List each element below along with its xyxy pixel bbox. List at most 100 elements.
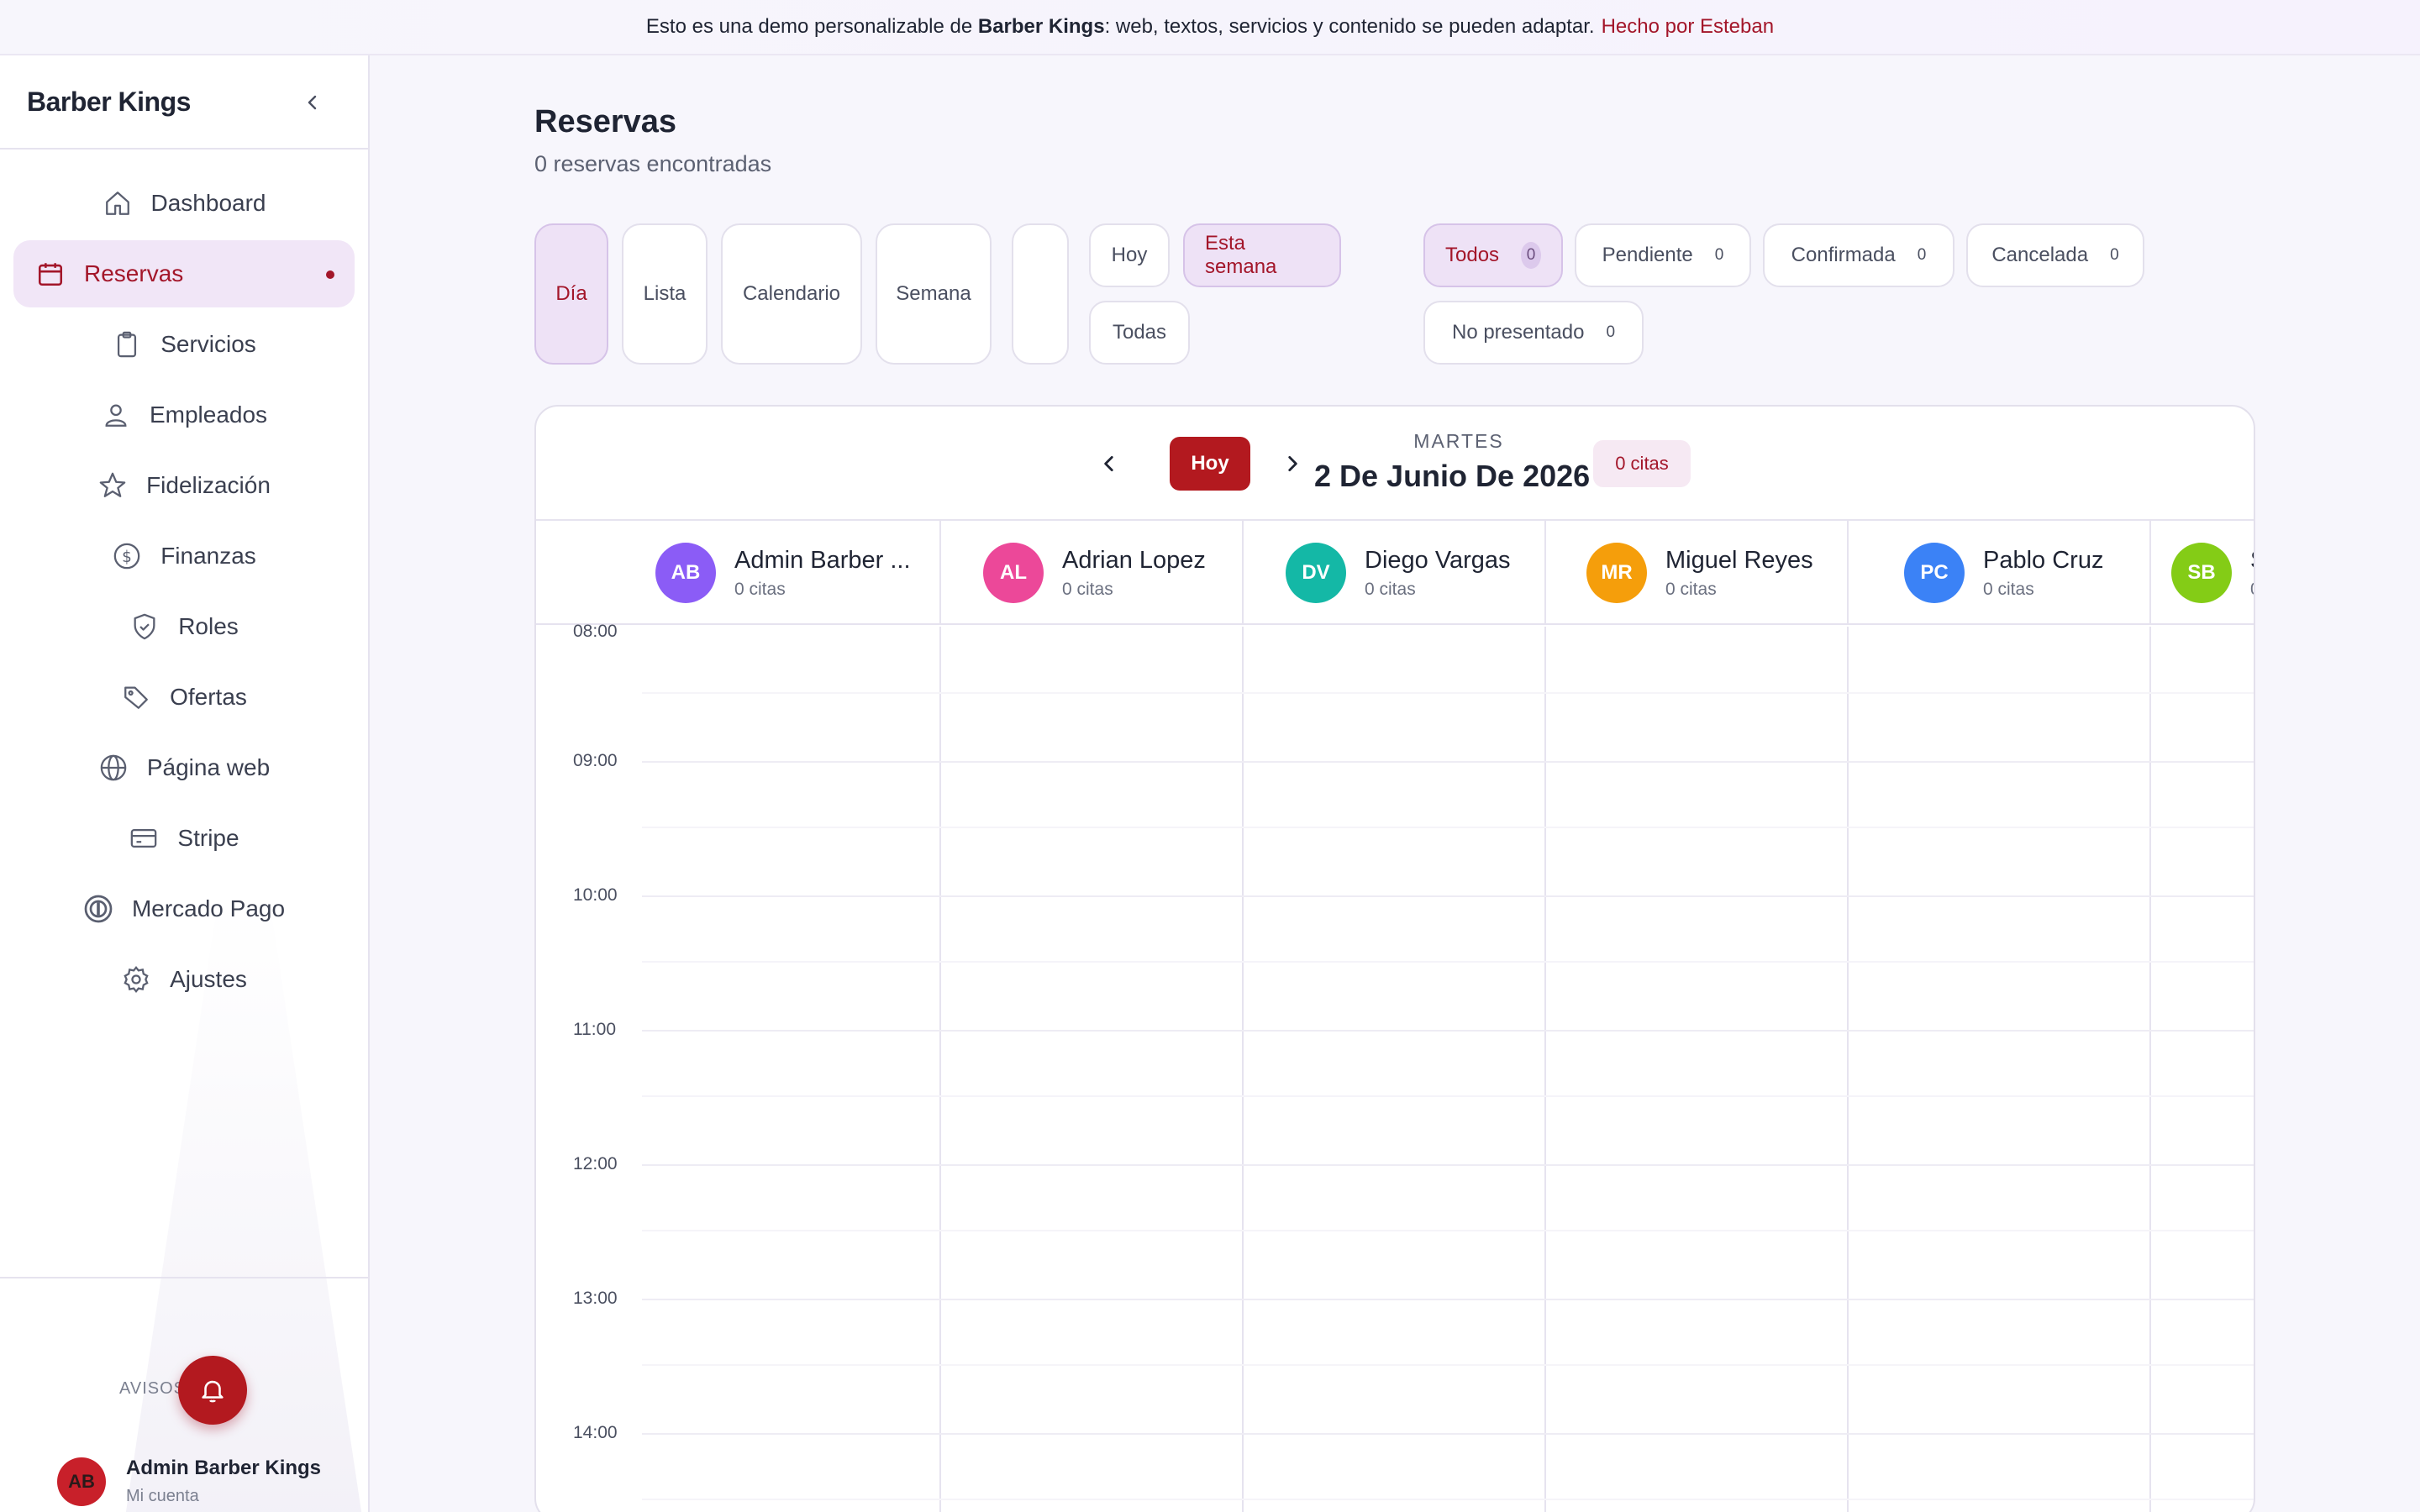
half-hour-line — [642, 1230, 2254, 1231]
bell-icon — [202, 1380, 224, 1403]
banner-brand: Barber Kings — [977, 15, 1105, 38]
sidebar-item-label: Fidelización — [146, 472, 271, 498]
half-hour-line — [642, 961, 2254, 963]
employee-name: Admin Barber ... — [734, 546, 911, 574]
shield-icon — [129, 612, 160, 642]
range-todas-button[interactable]: Todas — [1089, 301, 1190, 365]
time-grid[interactable]: 08:00 09:00 10:00 11:00 12:00 13:00 14:0… — [536, 622, 2254, 1512]
account-menu[interactable]: AB Admin Barber Kings Mi cuenta — [57, 1457, 321, 1506]
filter-pendiente[interactable]: Pendiente 0 — [1575, 223, 1751, 287]
time-label: 13:00 — [573, 1289, 618, 1308]
sidebar-item-label: Mercado Pago — [131, 895, 286, 921]
filter-count: 0 — [1606, 323, 1616, 341]
time-label: 12:00 — [573, 1154, 618, 1173]
column-divider — [1544, 627, 1546, 1512]
sidebar-item-servicios[interactable]: Servicios — [13, 311, 355, 378]
column-divider — [1242, 627, 1244, 1512]
sidebar-item-pagina-web[interactable]: Página web — [13, 734, 355, 801]
employee-name: Pablo Cruz — [1983, 546, 2104, 574]
half-hour-line — [642, 692, 2254, 694]
notifications-button[interactable] — [178, 1356, 247, 1425]
sidebar-item-roles[interactable]: Roles — [13, 593, 355, 660]
range-hoy-button[interactable]: Hoy — [1089, 223, 1170, 287]
next-day-button[interactable] — [1276, 447, 1309, 480]
banner-credit-link[interactable]: Hecho por Esteban — [1602, 15, 1774, 39]
sidebar-item-label: Roles — [178, 613, 239, 639]
filter-label: Todos — [1445, 244, 1500, 266]
hour-line — [642, 895, 2254, 897]
tab-empty[interactable] — [1012, 223, 1069, 365]
sidebar-item-reservas[interactable]: Reservas — [13, 240, 355, 307]
avisos-label: AVISOS — [119, 1379, 186, 1398]
time-label: 11:00 — [573, 1020, 616, 1039]
column-divider — [939, 627, 941, 1512]
filter-label: Cancelada — [1991, 244, 2089, 266]
sidebar-item-stripe[interactable]: Stripe — [13, 805, 355, 872]
collapse-sidebar-button[interactable] — [297, 87, 328, 118]
avatar: AL — [983, 543, 1044, 603]
employee-appointments: 0 citas — [1665, 579, 1717, 599]
tab-dia[interactable]: Día — [534, 223, 608, 365]
employee-name: Diego Vargas — [1365, 546, 1511, 574]
employee-appointments: 0 citas — [1365, 579, 1416, 599]
sidebar-item-ajustes[interactable]: Ajustes — [13, 946, 355, 1013]
employee-column-header[interactable]: AL Adrian Lopez 0 citas — [939, 521, 1242, 625]
filter-cancelada[interactable]: Cancelada 0 — [1966, 223, 2144, 287]
filter-todos[interactable]: Todos 0 — [1423, 223, 1563, 287]
employee-appointments: 0 citas — [1983, 579, 2034, 599]
sidebar-item-mercado-pago[interactable]: Mercado Pago — [13, 875, 355, 942]
column-divider — [1847, 627, 1849, 1512]
sidebar-item-label: Finanzas — [160, 543, 256, 569]
tab-calendario[interactable]: Calendario — [721, 223, 862, 365]
filter-confirmada[interactable]: Confirmada 0 — [1763, 223, 1954, 287]
employee-column-header[interactable]: PC Pablo Cruz 0 citas — [1847, 521, 2149, 625]
banner-prefix: Esto es una demo personalizable de — [645, 15, 973, 38]
employee-column-header[interactable]: DV Diego Vargas 0 citas — [1242, 521, 1544, 625]
filter-count: 0 — [1714, 246, 1724, 264]
sidebar-item-dashboard[interactable]: Dashboard — [13, 170, 355, 237]
time-label: 09:00 — [573, 751, 618, 770]
avatar: AB — [57, 1457, 106, 1506]
clipboard-icon — [112, 329, 142, 360]
range-esta-semana-button[interactable]: Esta semana — [1183, 223, 1341, 287]
tab-lista[interactable]: Lista — [622, 223, 708, 365]
sidebar-nav: Dashboard Reservas Servicios Empleados F… — [13, 170, 355, 1016]
sidebar-item-finanzas[interactable]: $ Finanzas — [13, 522, 355, 590]
dollar-icon: $ — [112, 541, 142, 571]
tab-semana[interactable]: Semana — [876, 223, 992, 365]
sidebar-item-empleados[interactable]: Empleados — [13, 381, 355, 449]
sidebar-footer: AVISOS AB Admin Barber Kings Mi cuenta — [0, 1277, 368, 1512]
sidebar-item-label: Ofertas — [170, 684, 247, 710]
hour-line — [642, 1164, 2254, 1166]
globe-icon — [98, 753, 129, 783]
sidebar-item-ofertas[interactable]: Ofertas — [13, 664, 355, 731]
employee-column-header[interactable]: SB S 0 — [2149, 521, 2254, 625]
employee-header-row: AB Admin Barber ... 0 citas AL Adrian Lop… — [536, 521, 2254, 625]
gear-icon — [121, 964, 151, 995]
today-button[interactable]: Hoy — [1170, 437, 1250, 491]
employee-appointments: 0 — [2250, 580, 2254, 600]
filter-label: Pendiente — [1602, 244, 1693, 266]
filter-count: 0 — [1917, 246, 1927, 264]
sidebar-item-fidelizacion[interactable]: Fidelización — [13, 452, 355, 519]
card-icon — [129, 823, 159, 853]
chevron-left-icon — [1104, 456, 1113, 471]
main-content: Reservas 0 reservas encontradas Día List… — [371, 55, 2420, 1512]
filter-no-presentado[interactable]: No presentado 0 — [1423, 301, 1644, 365]
time-label: 14:00 — [573, 1423, 618, 1442]
employee-column-header[interactable]: MR Miguel Reyes 0 citas — [1544, 521, 1847, 625]
column-divider — [2149, 627, 2151, 1512]
employee-column-header[interactable]: AB Admin Barber ... 0 citas — [640, 521, 939, 625]
employee-appointments: 0 citas — [734, 579, 786, 599]
mercado-pago-icon — [83, 894, 113, 924]
calendar-icon — [35, 259, 66, 289]
avatar: AB — [655, 543, 716, 603]
chevron-left-icon — [308, 95, 317, 110]
sidebar-header: Barber Kings — [0, 55, 368, 150]
sidebar-item-label: Ajustes — [170, 966, 247, 992]
sidebar-item-label: Página web — [146, 754, 271, 780]
filter-label: No presentado — [1451, 321, 1585, 344]
previous-day-button[interactable] — [1092, 447, 1126, 480]
active-indicator-dot — [326, 270, 334, 279]
employee-appointments: 0 citas — [1062, 579, 1113, 599]
